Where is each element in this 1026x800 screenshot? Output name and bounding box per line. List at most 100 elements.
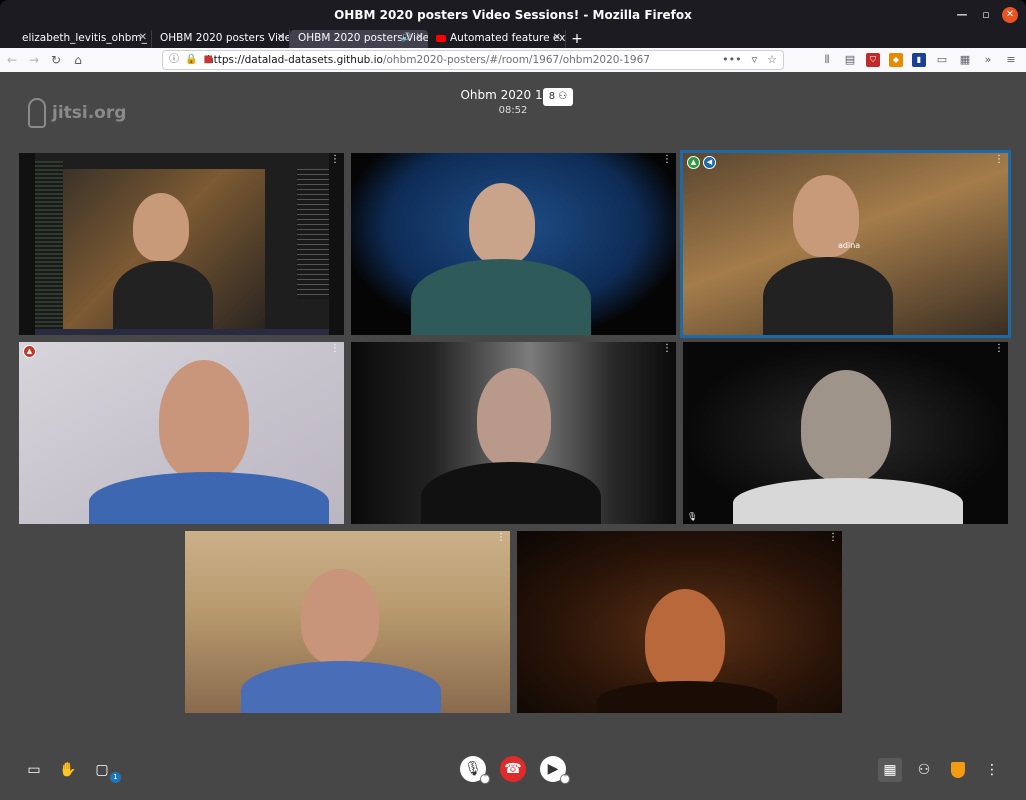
ublock-icon[interactable]: ⛉ (866, 53, 880, 67)
tab-ohbm-posters-active[interactable]: OHBM 2020 posters Vide 🔊 ✕ (290, 30, 428, 48)
close-tab-icon[interactable]: ✕ (139, 30, 147, 46)
participant-face (477, 368, 551, 468)
tab-ohbm-posters-1[interactable]: OHBM 2020 posters Video S ✕ (152, 30, 290, 48)
firefox-window: OHBM 2020 posters Video Sessions! - Mozi… (0, 0, 1026, 800)
reload-icon[interactable]: ↻ (46, 53, 66, 67)
tile-view-button[interactable]: ▦ (878, 758, 902, 782)
participant-face (301, 569, 379, 665)
security-shield-icon[interactable] (951, 762, 965, 778)
raise-hand-button[interactable]: ✋ (56, 758, 80, 782)
close-window-icon[interactable]: ✕ (1002, 7, 1018, 23)
url-path: /ohbm2020-posters/#/room/1967/ohbm2020-1… (382, 54, 650, 66)
participant-face (801, 370, 891, 482)
participant-body (421, 462, 601, 524)
video-tile[interactable]: ⋮ (351, 342, 676, 524)
extension-icon[interactable]: ◆ (889, 53, 903, 67)
chevron-down-icon[interactable]: ˅ (560, 774, 570, 784)
more-options-button[interactable]: ⋮ (980, 758, 1004, 782)
jitsi-stage: jitsi.org Ohbm 2020 1967 8 ⚇ 08:52 ⋮ ⋮ ▲… (0, 72, 1026, 800)
library-icon[interactable]: ⫴ (820, 53, 834, 67)
youtube-icon (436, 34, 446, 42)
menu-icon[interactable]: ≡ (1004, 53, 1018, 67)
extension-icon[interactable]: ▭ (935, 53, 949, 67)
sidebar-icon[interactable]: ▤ (843, 53, 857, 67)
participant-body (89, 472, 329, 524)
extension-icon[interactable]: ▦ (958, 53, 972, 67)
taskbar (35, 329, 329, 335)
muted-mic-icon: 🎙 (687, 512, 698, 521)
tile-menu-icon[interactable]: ⋮ (994, 344, 1004, 354)
shared-screen (35, 153, 329, 335)
overflow-icon[interactable]: » (981, 53, 995, 67)
pocket-icon[interactable]: ▿ (752, 51, 758, 69)
tab-label: Automated feature extra (450, 32, 566, 44)
tab-label: OHBM 2020 posters Video S (160, 32, 289, 44)
bookmark-star-icon[interactable]: ☆ (767, 51, 777, 69)
tile-menu-icon[interactable]: ⋮ (330, 344, 340, 354)
navigation-bar: ← → ↻ ⌂ ⓘ 🔒 ■ https://datalad-datasets.g… (0, 48, 1026, 72)
tile-menu-icon[interactable]: ⋮ (496, 533, 506, 543)
video-tile[interactable]: ⋮ (351, 153, 676, 335)
participant-body (113, 261, 213, 331)
video-tile[interactable]: ⋮ (19, 153, 344, 335)
new-tab-button[interactable]: + (566, 30, 588, 48)
extension-flag-icon[interactable]: ▮ (912, 53, 926, 67)
connection-indicator-icon[interactable]: ▲ (23, 345, 36, 358)
video-tile-active[interactable]: ▲ ◀ adina ⋮ (680, 150, 1011, 338)
info-icon[interactable]: ⓘ (169, 51, 179, 69)
screen-share-button[interactable]: ▭ (22, 758, 46, 782)
hangup-icon: ☎ (504, 761, 522, 777)
camera-icon: ▶ (547, 761, 559, 777)
shared-video (63, 169, 265, 331)
video-tile[interactable]: ⋮ (185, 531, 510, 713)
close-tab-icon[interactable]: ✕ (277, 30, 285, 46)
minimize-icon[interactable]: — (954, 7, 970, 23)
participant-count[interactable]: 8 ⚇ (543, 88, 573, 106)
camera-button[interactable]: ▶ ˅ (540, 756, 570, 784)
tab-automated-feature[interactable]: Automated feature extra ✕ (428, 30, 566, 48)
participant-body (597, 681, 777, 713)
video-tile[interactable]: 🎙 ⋮ (683, 342, 1008, 524)
meeting-title: Ohbm 2020 1967 (460, 88, 566, 102)
invite-people-icon: ⚇ (917, 762, 931, 778)
tile-menu-icon[interactable]: ⋮ (994, 155, 1004, 165)
more-options-icon: ⋮ (985, 762, 999, 778)
chat-icon: ▢ (95, 762, 109, 778)
speaker-icon[interactable]: 🔊 (401, 30, 412, 46)
tile-menu-icon[interactable]: ⋮ (330, 155, 340, 165)
forward-icon[interactable]: → (24, 53, 44, 67)
dominant-speaker-icon: ◀ (703, 156, 716, 169)
video-tile[interactable]: ▲ ⋮ (19, 342, 344, 524)
chevron-down-icon[interactable]: ˅ (480, 774, 490, 784)
video-tile[interactable]: ⋮ (517, 531, 842, 713)
tab-strip: elizabeth_levitis_ohbm_ ✕ OHBM 2020 post… (0, 30, 1026, 48)
close-tab-icon[interactable]: ✕ (416, 30, 424, 46)
microphone-button[interactable]: 🎙 ˅ (460, 756, 490, 784)
camera-permission-icon[interactable]: ■ (203, 51, 212, 69)
tab-label: elizabeth_levitis_ohbm_ (22, 32, 147, 44)
maximize-icon[interactable]: ▫ (978, 7, 994, 23)
tile-menu-icon[interactable]: ⋮ (662, 344, 672, 354)
back-icon[interactable]: ← (2, 53, 22, 67)
microphone-icon: 🎙 (464, 761, 482, 777)
home-icon[interactable]: ⌂ (68, 53, 88, 67)
connection-indicator-icon[interactable]: ▲ (687, 156, 700, 169)
code-editor (297, 169, 329, 299)
tile-menu-icon[interactable]: ⋮ (662, 155, 672, 165)
window-title: OHBM 2020 posters Video Sessions! - Mozi… (334, 8, 692, 22)
invite-button[interactable]: ⚇ (912, 758, 936, 782)
participant-body (411, 259, 591, 335)
tab-elizabeth-levitis[interactable]: elizabeth_levitis_ohbm_ ✕ (14, 30, 152, 48)
tile-menu-icon[interactable]: ⋮ (828, 533, 838, 543)
participant-count-value: 8 (548, 91, 556, 102)
page-actions-icon[interactable]: ••• (722, 51, 741, 69)
participant-name: adina (838, 241, 861, 250)
lock-icon[interactable]: 🔒 (185, 51, 197, 69)
participant-body (241, 661, 441, 713)
url-bar[interactable]: ⓘ 🔒 ■ https://datalad-datasets.github.io… (162, 50, 784, 70)
hangup-button[interactable]: ☎ (500, 756, 526, 782)
close-tab-icon[interactable]: ✕ (553, 30, 561, 46)
terminal-window (35, 161, 63, 333)
conference-toolbar: ▭ ✋ ▢ 1 🎙 ˅ ☎ ▶ ˅ ▦ ⚇ ⋮ (0, 740, 1026, 800)
raise-hand-icon: ✋ (59, 762, 77, 778)
